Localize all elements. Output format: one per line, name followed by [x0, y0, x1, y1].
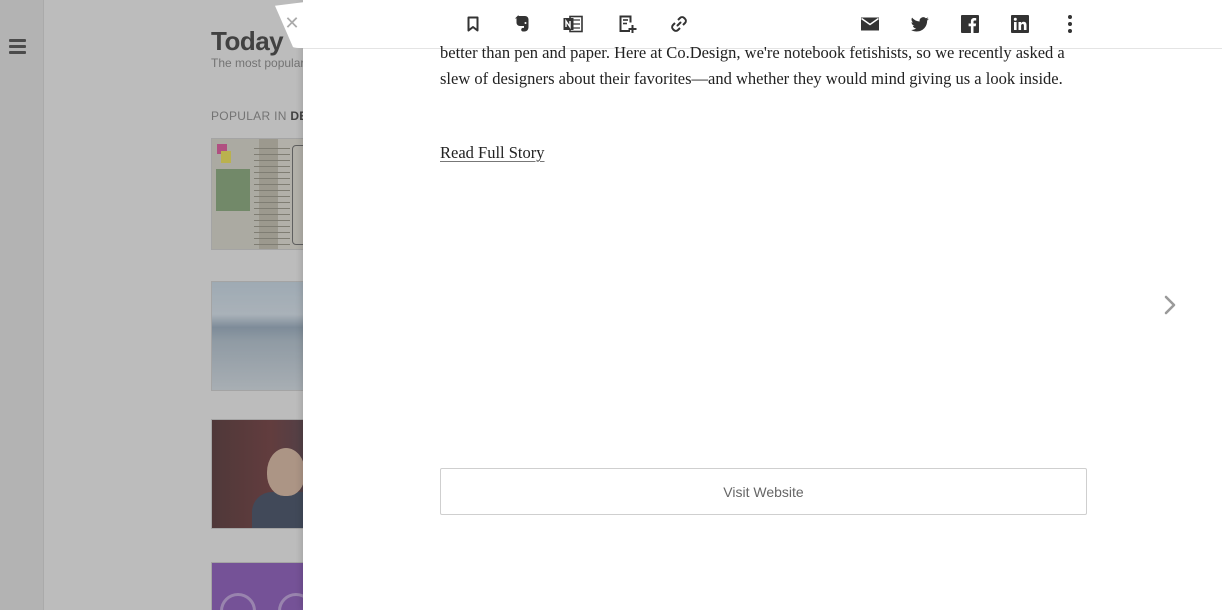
linkedin-icon[interactable] [1008, 12, 1032, 36]
add-to-board-icon[interactable] [615, 12, 639, 36]
facebook-icon[interactable] [958, 12, 982, 36]
visit-website-button[interactable]: Visit Website [440, 468, 1087, 515]
email-icon[interactable] [858, 12, 882, 36]
read-full-story-link[interactable]: Read Full Story [440, 143, 545, 163]
article-panel: better than pen and paper. Here at Co.De… [303, 0, 1222, 610]
article-body: better than pen and paper. Here at Co.De… [440, 40, 1088, 92]
twitter-icon[interactable] [908, 12, 932, 36]
article-paragraph: better than pen and paper. Here at Co.De… [440, 43, 1065, 88]
bookmark-icon[interactable] [461, 12, 485, 36]
chevron-right-icon[interactable] [1160, 292, 1180, 318]
onenote-icon[interactable] [561, 12, 585, 36]
link-icon[interactable] [667, 12, 691, 36]
close-icon[interactable]: ✕ [283, 14, 301, 34]
more-icon[interactable] [1058, 12, 1082, 36]
evernote-icon[interactable] [511, 12, 535, 36]
